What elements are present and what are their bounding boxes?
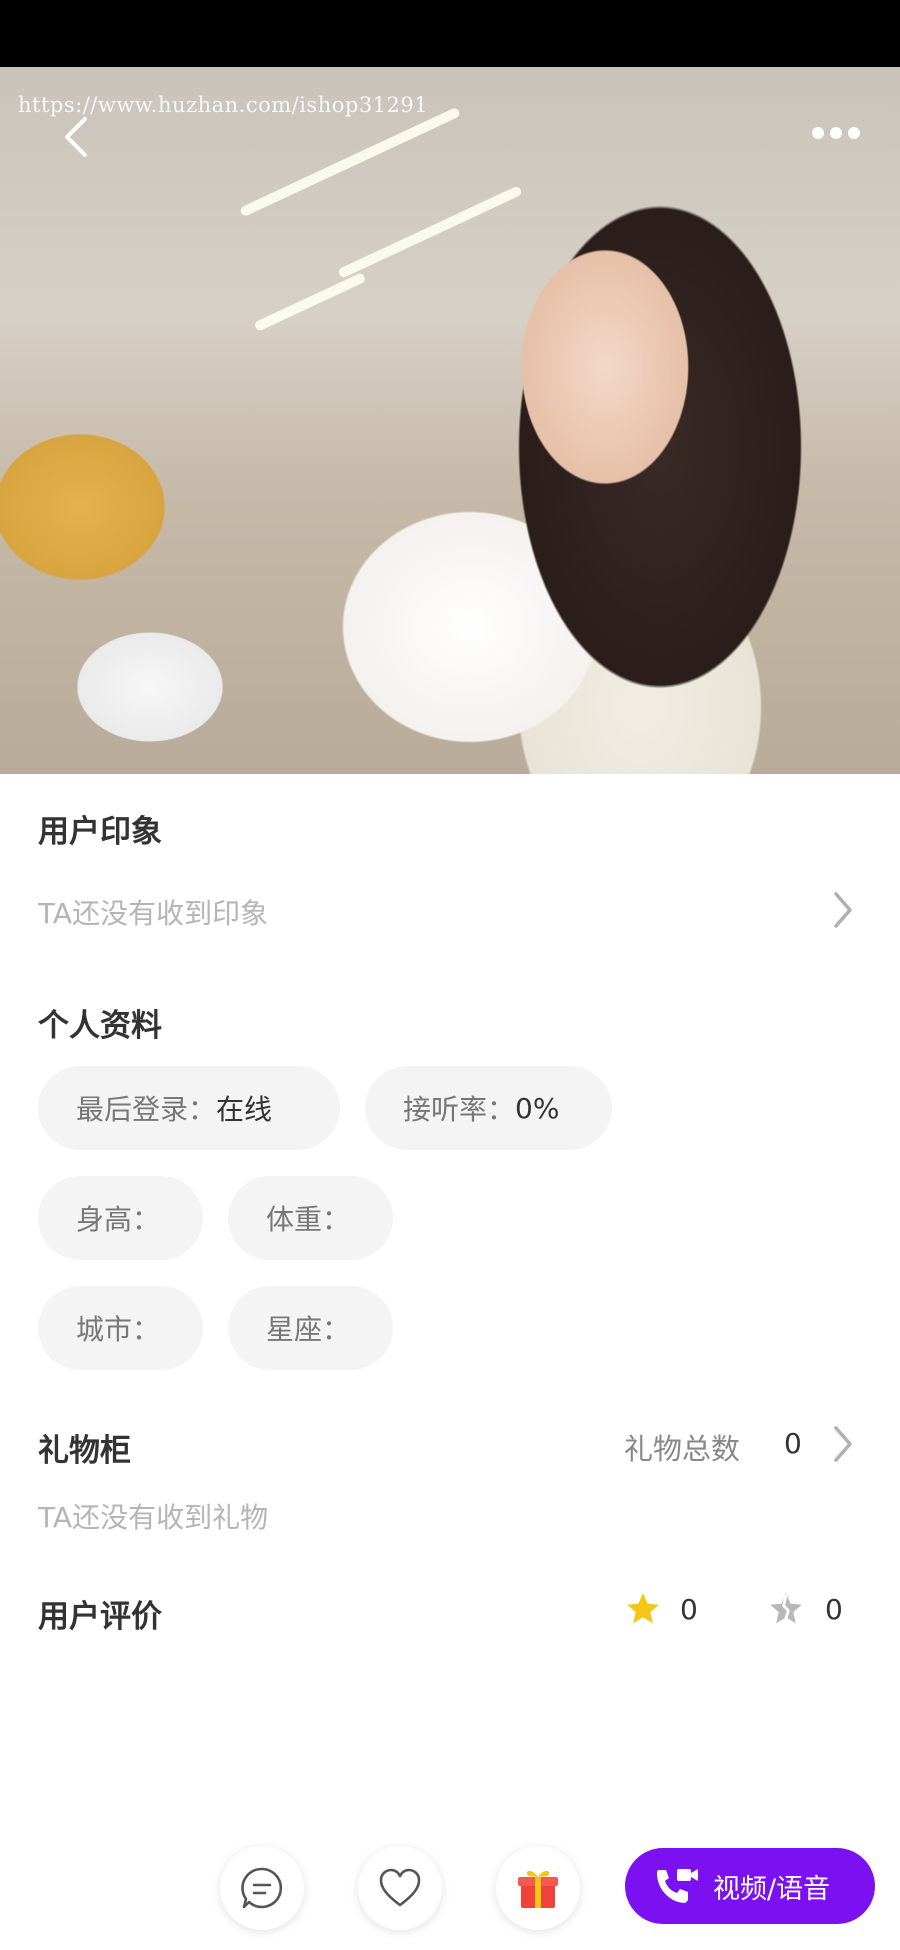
gift-box-icon	[518, 1870, 558, 1908]
answer-rate-value: 0%	[515, 1091, 560, 1125]
city-chip: 城市：	[38, 1286, 203, 1370]
gift-button[interactable]	[496, 1846, 580, 1930]
chevron-left-icon	[65, 117, 87, 157]
call-button-label: 视频/语音	[713, 1873, 831, 1905]
answer-rate-chip: 接听率： 0%	[365, 1066, 612, 1150]
gift-cabinet-more-button[interactable]	[828, 1422, 858, 1466]
impression-title: 用户印象	[38, 814, 162, 850]
zodiac-chip: 星座：	[228, 1286, 393, 1370]
broken-star-icon	[770, 1593, 802, 1624]
impression-empty-text: TA还没有收到印象	[38, 897, 269, 930]
good-review-count: 0	[680, 1593, 698, 1626]
height-label: 身高：	[76, 1203, 161, 1236]
back-button[interactable]	[46, 107, 106, 167]
gift-cabinet-title: 礼物柜	[38, 1433, 131, 1469]
video-phone-icon	[657, 1869, 698, 1903]
last-login-chip: 最后登录： 在线	[38, 1066, 340, 1150]
more-dots-icon	[812, 127, 860, 139]
status-bar	[0, 0, 900, 67]
profile-title: 个人资料	[38, 1008, 162, 1044]
zodiac-label: 星座：	[266, 1313, 351, 1346]
video-voice-call-button[interactable]: 视频/语音	[625, 1848, 875, 1924]
gift-empty-text: TA还没有收到礼物	[38, 1501, 269, 1534]
height-chip: 身高：	[38, 1176, 203, 1260]
chat-bubble-icon	[241, 1867, 283, 1909]
profile-photo: https://www.huzhan.com/ishop31291	[0, 67, 900, 774]
last-login-value: 在线	[216, 1093, 273, 1126]
last-login-label: 最后登录：	[76, 1093, 217, 1126]
city-label: 城市：	[76, 1313, 161, 1346]
gift-total-label: 礼物总数	[624, 1432, 741, 1466]
ceiling-light	[239, 106, 461, 218]
more-options-button[interactable]	[806, 113, 866, 153]
answer-rate-label: 接听率：	[403, 1093, 516, 1126]
reviews-title: 用户评价	[38, 1599, 162, 1635]
impression-more-button[interactable]	[828, 888, 858, 932]
gift-total-value: 0	[784, 1427, 802, 1460]
weight-label: 体重：	[266, 1203, 351, 1236]
chevron-right-icon	[834, 1426, 852, 1462]
follow-button[interactable]	[358, 1846, 442, 1930]
ceiling-light	[253, 272, 367, 332]
weight-chip: 体重：	[228, 1176, 393, 1260]
star-icon	[627, 1593, 659, 1624]
bottom-action-bar: 视频/语音	[0, 1840, 900, 1950]
ceiling-light	[337, 185, 523, 279]
chat-button[interactable]	[220, 1846, 304, 1930]
bad-review-count: 0	[825, 1593, 843, 1626]
chevron-right-icon	[834, 892, 852, 928]
heart-icon	[379, 1868, 421, 1907]
